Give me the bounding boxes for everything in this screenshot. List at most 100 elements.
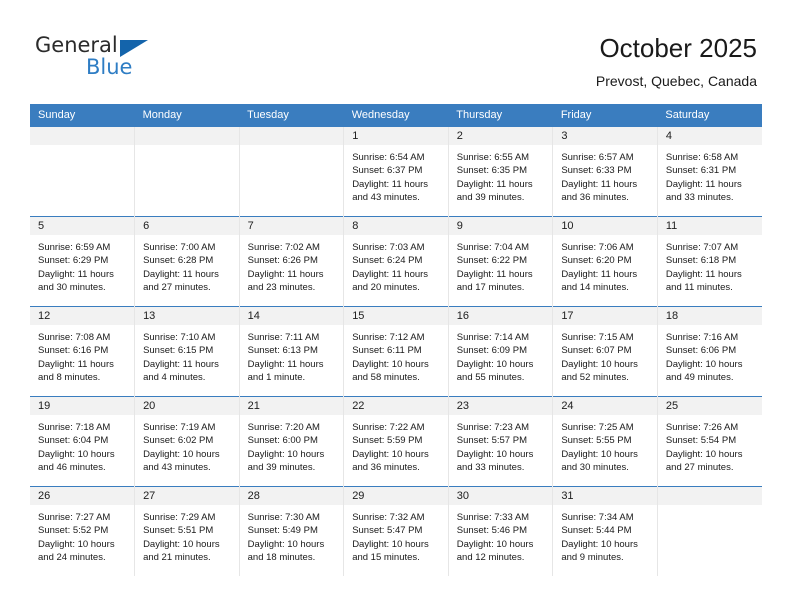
daylight-duration-line1: Daylight: 11 hours (352, 178, 429, 190)
day-number: 25 (657, 397, 762, 415)
day-number: 24 (553, 397, 657, 415)
sunset-time: Sunset: 6:11 PM (352, 345, 422, 357)
day-number: 18 (657, 307, 762, 325)
day-cell[interactable]: 10 Sunrise: 7:06 AM Sunset: 6:20 PM Dayligh… (552, 216, 658, 307)
daylight-duration-line1: Daylight: 11 hours (665, 178, 742, 190)
day-cell[interactable]: 21 Sunrise: 7:20 AM Sunset: 6:00 PM Dayligh… (238, 396, 345, 487)
day-number: 26 (30, 487, 135, 505)
daylight-duration-line2: and 23 minutes. (247, 282, 316, 294)
weekday-header-sunday: Sunday (30, 104, 135, 127)
sunset-time: Sunset: 5:46 PM (456, 525, 527, 537)
daylight-duration-line2: and 58 minutes. (352, 372, 420, 384)
calendar-week-row: 5 Sunrise: 6:59 AM Sunset: 6:29 PM Daylight… (30, 216, 762, 307)
day-cell[interactable]: 16 Sunrise: 7:14 AM Sunset: 6:09 PM Dayligh… (447, 306, 554, 397)
weekday-header-saturday: Saturday (657, 104, 762, 127)
day-cell[interactable]: 14 Sunrise: 7:11 AM Sunset: 6:13 PM Dayligh… (238, 306, 345, 397)
logo-text-blue: Blue (86, 55, 133, 79)
sunset-time: Sunset: 6:07 PM (561, 345, 632, 357)
calendar-week-row: 26 Sunrise: 7:27 AM Sunset: 5:52 PM Dayligh… (30, 486, 762, 576)
daylight-duration-line1: Daylight: 11 hours (561, 268, 638, 280)
day-cell[interactable]: 26 Sunrise: 7:27 AM Sunset: 5:52 PM Dayligh… (30, 486, 136, 576)
day-cell[interactable]: 30 Sunrise: 7:33 AM Sunset: 5:46 PM Dayligh… (447, 486, 554, 576)
day-cell[interactable]: 6 Sunrise: 7:00 AM Sunset: 6:28 PM Daylight… (134, 216, 240, 307)
day-number: 28 (239, 487, 344, 505)
daylight-duration-line2: and 43 minutes. (352, 192, 420, 204)
sunrise-time: Sunrise: 7:07 AM (665, 242, 739, 253)
day-cell[interactable]: 22 Sunrise: 7:22 AM Sunset: 5:59 PM Dayligh… (343, 396, 449, 487)
day-number: 10 (553, 217, 657, 235)
day-number: 29 (344, 487, 448, 505)
daylight-duration-line2: and 43 minutes. (143, 462, 211, 474)
sunset-time: Sunset: 5:49 PM (247, 525, 318, 537)
day-cell[interactable]: 11 Sunrise: 7:07 AM Sunset: 6:18 PM Dayligh… (656, 216, 762, 307)
daylight-duration-line1: Daylight: 10 hours (456, 358, 534, 370)
day-cell[interactable]: 28 Sunrise: 7:30 AM Sunset: 5:49 PM Dayligh… (238, 486, 345, 576)
day-number: 15 (344, 307, 448, 325)
day-details: Sunrise: 6:59 AM Sunset: 6:29 PM Daylight:… (30, 235, 134, 295)
day-number: 2 (448, 127, 553, 145)
daylight-duration-line2: and 36 minutes. (352, 462, 420, 474)
day-cell[interactable]: 3 Sunrise: 6:57 AM Sunset: 6:33 PM Daylight… (552, 127, 658, 217)
daylight-duration-line1: Daylight: 11 hours (247, 358, 324, 370)
weekday-header-wednesday: Wednesday (343, 104, 449, 127)
general-blue-logo[interactable]: General Blue (35, 33, 235, 85)
day-cell[interactable]: 19 Sunrise: 7:18 AM Sunset: 6:04 PM Dayligh… (30, 396, 136, 487)
page-title: October 2025 (599, 33, 757, 63)
daylight-duration-line2: and 39 minutes. (247, 462, 316, 474)
day-number: 21 (239, 397, 344, 415)
daylight-duration-line1: Daylight: 10 hours (247, 448, 325, 460)
day-cell[interactable]: 5 Sunrise: 6:59 AM Sunset: 6:29 PM Daylight… (30, 216, 136, 307)
day-number: 17 (553, 307, 657, 325)
day-cell[interactable]: 29 Sunrise: 7:32 AM Sunset: 5:47 PM Dayligh… (343, 486, 449, 576)
daylight-duration-line2: and 55 minutes. (456, 372, 525, 384)
day-details: Sunrise: 7:19 AM Sunset: 6:02 PM Daylight:… (135, 415, 239, 475)
day-cell[interactable]: 27 Sunrise: 7:29 AM Sunset: 5:51 PM Dayligh… (134, 486, 240, 576)
sunrise-time: Sunrise: 7:12 AM (352, 332, 425, 343)
sunset-time: Sunset: 6:26 PM (247, 255, 318, 267)
sunset-time: Sunset: 5:55 PM (561, 435, 632, 447)
day-details: Sunrise: 7:30 AM Sunset: 5:49 PM Daylight:… (240, 505, 344, 565)
day-details: Sunrise: 7:34 AM Sunset: 5:44 PM Daylight:… (553, 505, 657, 565)
day-details: Sunrise: 7:10 AM Sunset: 6:15 PM Daylight:… (135, 325, 239, 385)
day-number: 23 (448, 397, 553, 415)
day-details: Sunrise: 7:07 AM Sunset: 6:18 PM Daylight:… (658, 235, 762, 295)
day-cell[interactable]: 24 Sunrise: 7:25 AM Sunset: 5:55 PM Dayligh… (552, 396, 658, 487)
sunset-time: Sunset: 5:51 PM (143, 525, 214, 537)
day-cell[interactable]: 7 Sunrise: 7:02 AM Sunset: 6:26 PM Daylight… (238, 216, 345, 307)
day-details: Sunrise: 6:58 AM Sunset: 6:31 PM Daylight:… (658, 145, 762, 205)
day-cell[interactable]: 23 Sunrise: 7:23 AM Sunset: 5:57 PM Dayligh… (447, 396, 554, 487)
sunset-time: Sunset: 6:13 PM (247, 345, 318, 357)
day-cell[interactable]: 13 Sunrise: 7:10 AM Sunset: 6:15 PM Dayligh… (134, 306, 240, 397)
day-number: 4 (657, 127, 762, 145)
day-cell[interactable]: 4 Sunrise: 6:58 AM Sunset: 6:31 PM Daylight… (656, 127, 762, 217)
day-cell[interactable]: 15 Sunrise: 7:12 AM Sunset: 6:11 PM Dayligh… (343, 306, 449, 397)
daylight-duration-line2: and 15 minutes. (352, 552, 420, 564)
day-cell[interactable]: 9 Sunrise: 7:04 AM Sunset: 6:22 PM Daylight… (447, 216, 554, 307)
day-cell[interactable]: 20 Sunrise: 7:19 AM Sunset: 6:02 PM Dayligh… (134, 396, 240, 487)
day-cell[interactable]: 12 Sunrise: 7:08 AM Sunset: 6:16 PM Dayligh… (30, 306, 136, 397)
day-cell[interactable]: 2 Sunrise: 6:55 AM Sunset: 6:35 PM Daylight… (447, 127, 554, 217)
day-cell-empty (134, 127, 240, 217)
day-cell[interactable]: 25 Sunrise: 7:26 AM Sunset: 5:54 PM Dayligh… (656, 396, 762, 487)
day-cell[interactable]: 18 Sunrise: 7:16 AM Sunset: 6:06 PM Dayligh… (656, 306, 762, 397)
day-cell-empty (30, 127, 136, 217)
daylight-duration-line1: Daylight: 10 hours (38, 538, 115, 550)
day-cell[interactable]: 1 Sunrise: 6:54 AM Sunset: 6:37 PM Daylight… (343, 127, 449, 217)
day-number: 19 (30, 397, 135, 415)
title-block: October 2025 Prevost, Quebec, Canada (596, 32, 757, 90)
sunset-time: Sunset: 6:22 PM (456, 255, 527, 267)
day-number: 7 (239, 217, 344, 235)
page-header: General Blue October 2025 Prevost, Quebe… (0, 0, 792, 100)
sunrise-time: Sunrise: 7:30 AM (247, 512, 320, 523)
sunset-time: Sunset: 6:15 PM (143, 345, 214, 357)
day-number: 12 (30, 307, 135, 325)
daylight-duration-line1: Daylight: 11 hours (247, 268, 324, 280)
day-details: Sunrise: 7:08 AM Sunset: 6:16 PM Daylight:… (30, 325, 134, 385)
daylight-duration-line1: Daylight: 10 hours (456, 538, 534, 550)
day-cell[interactable]: 31 Sunrise: 7:34 AM Sunset: 5:44 PM Dayligh… (552, 486, 658, 576)
day-cell[interactable]: 8 Sunrise: 7:03 AM Sunset: 6:24 PM Daylight… (343, 216, 449, 307)
daylight-duration-line1: Daylight: 10 hours (665, 358, 743, 370)
daylight-duration-line2: and 21 minutes. (143, 552, 211, 564)
sunset-time: Sunset: 5:57 PM (456, 435, 527, 447)
day-cell[interactable]: 17 Sunrise: 7:15 AM Sunset: 6:07 PM Dayligh… (552, 306, 658, 397)
